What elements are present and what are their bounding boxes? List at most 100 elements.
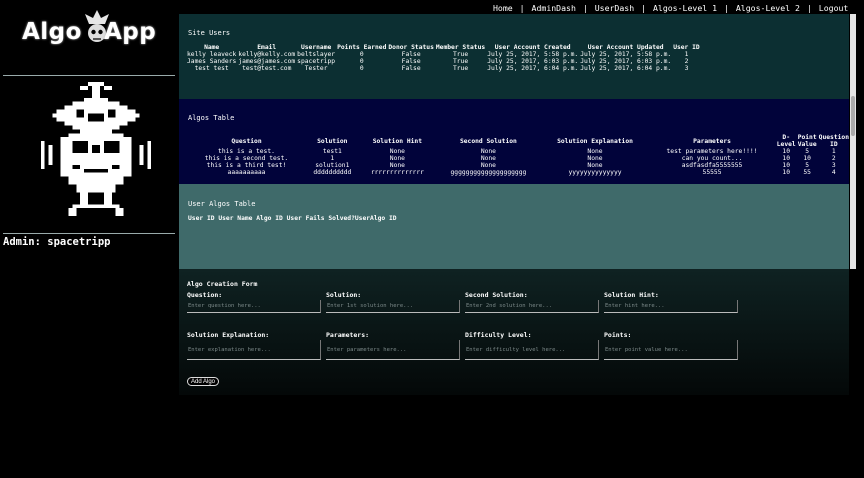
table-cell: None bbox=[587, 155, 603, 162]
app-logo[interactable]: Algo App bbox=[22, 10, 158, 50]
top-nav: Home | AdminDash | UserDash | Algos-Leve… bbox=[493, 2, 848, 14]
table-cell: None bbox=[587, 162, 603, 169]
table-row: James Sanders james@james.com spacetripp… bbox=[186, 58, 701, 65]
scrollbar-thumb[interactable] bbox=[851, 96, 855, 136]
table-cell: July 25, 2017, 5:58 p.m. bbox=[580, 51, 672, 58]
table-cell: rrrrrrrrrrrrrr bbox=[370, 169, 424, 176]
column-header: Algo ID bbox=[256, 215, 283, 222]
column-header: Point Value bbox=[797, 134, 817, 148]
table-cell: gggggggggggggggggggg bbox=[450, 169, 527, 176]
solution-explanation-field: Solution Explanation: bbox=[187, 331, 323, 360]
table-cell: yyyyyyyyyyyyyy bbox=[568, 169, 622, 176]
user-algos-header-row: User ID User Name Algo ID User Fails Sol… bbox=[188, 215, 397, 222]
column-header: Second Solution bbox=[459, 137, 517, 145]
field-label: Second Solution: bbox=[465, 291, 528, 299]
table-cell: 55 bbox=[803, 169, 811, 176]
table-cell: None bbox=[480, 162, 496, 169]
table-cell: test1 bbox=[322, 148, 342, 155]
table-cell: James Sanders bbox=[187, 58, 237, 65]
table-cell: james@james.com bbox=[238, 58, 296, 65]
table-cell: True bbox=[452, 65, 469, 72]
table-cell: kelly@kelly.com bbox=[238, 51, 296, 58]
column-header: User Account Created bbox=[494, 44, 571, 51]
column-header: User Fails bbox=[286, 215, 325, 222]
algos-table-panel[interactable]: Algos Table Question Solution Solution H… bbox=[179, 99, 849, 184]
parameters-input[interactable] bbox=[326, 340, 460, 360]
field-label: Question: bbox=[187, 291, 223, 299]
difficulty-level-input[interactable] bbox=[465, 340, 599, 360]
table-cell: 10 bbox=[782, 148, 790, 155]
field-label: Points: bbox=[604, 331, 632, 339]
scrollbar[interactable] bbox=[850, 14, 856, 269]
parameters-field: Parameters: bbox=[326, 331, 462, 360]
second-solution-field: Second Solution: bbox=[465, 291, 601, 313]
solution-hint-input[interactable] bbox=[604, 300, 738, 313]
table-cell: this is a test. bbox=[218, 148, 275, 155]
main-content: Site Users Name Email Username Points Ea… bbox=[179, 14, 858, 395]
column-header: Solution bbox=[317, 137, 348, 145]
question-input[interactable] bbox=[187, 300, 321, 313]
table-cell: 3 bbox=[684, 65, 689, 72]
column-header: User Account Updated bbox=[587, 44, 664, 51]
column-header: UserAlgo ID bbox=[354, 215, 397, 222]
table-cell: None bbox=[389, 148, 405, 155]
column-header: Member Status bbox=[435, 44, 486, 51]
nav-separator: | bbox=[519, 3, 525, 13]
column-header: User Name bbox=[218, 215, 253, 222]
nav-userdash-link[interactable]: UserDash bbox=[595, 3, 634, 13]
solution-explanation-input[interactable] bbox=[187, 340, 321, 360]
column-header: Solution Explanation bbox=[557, 137, 633, 145]
sidebar-divider bbox=[3, 233, 175, 234]
question-field: Question: bbox=[187, 291, 323, 313]
table-cell: 10 bbox=[782, 162, 790, 169]
solution-input[interactable] bbox=[326, 300, 460, 313]
table-cell: this is a third test! bbox=[206, 162, 287, 169]
table-row: test test test@test.com Tester 0 False T… bbox=[186, 65, 701, 72]
table-cell: None bbox=[480, 148, 496, 155]
table-cell: asdfasdfa5555555 bbox=[681, 162, 743, 169]
points-input[interactable] bbox=[604, 340, 738, 360]
table-cell: July 25, 2017, 6:04 p.m. bbox=[487, 65, 579, 72]
table-cell: 3 bbox=[831, 162, 836, 169]
user-algos-panel[interactable]: User Algos Table User ID User Name Algo … bbox=[179, 184, 849, 269]
site-users-table: Name Email Username Points Earned Donor … bbox=[186, 44, 701, 72]
difficulty-level-field: Difficulty Level: bbox=[465, 331, 601, 360]
table-cell: True bbox=[452, 58, 469, 65]
column-header: User ID bbox=[188, 215, 215, 222]
add-algo-button[interactable]: Add Algo bbox=[187, 377, 220, 386]
nav-separator: | bbox=[806, 3, 812, 13]
table-cell: July 25, 2017, 6:04 p.m. bbox=[580, 65, 672, 72]
column-header: Username bbox=[300, 44, 332, 51]
site-users-panel[interactable]: Site Users Name Email Username Points Ea… bbox=[179, 14, 849, 99]
field-label: Parameters: bbox=[326, 331, 370, 339]
table-cell: None bbox=[389, 155, 405, 162]
column-header: Question ID bbox=[818, 134, 849, 148]
table-row: this is a third test! solution1 None Non… bbox=[188, 162, 849, 169]
nav-algos-level1-link[interactable]: Algos-Level 1 bbox=[653, 3, 717, 13]
sidebar-divider bbox=[3, 75, 175, 76]
table-cell: this is a second test. bbox=[204, 155, 289, 162]
field-label: Difficulty Level: bbox=[465, 331, 532, 339]
solution-hint-field: Solution Hint: bbox=[604, 291, 740, 313]
table-row: aaaaaaaaaa dddddddddd rrrrrrrrrrrrrr ggg… bbox=[188, 169, 849, 176]
points-field: Points: bbox=[604, 331, 740, 360]
nav-algos-level2-link[interactable]: Algos-Level 2 bbox=[736, 3, 800, 13]
nav-home-link[interactable]: Home bbox=[493, 3, 513, 13]
field-label: Solution: bbox=[326, 291, 362, 299]
column-header: Name bbox=[204, 44, 220, 51]
table-cell: 55555 bbox=[702, 169, 722, 176]
nav-logout-link[interactable]: Logout bbox=[819, 3, 849, 13]
table-cell: 1 bbox=[831, 148, 836, 155]
table-cell: solution1 bbox=[315, 162, 350, 169]
nav-admindash-link[interactable]: AdminDash bbox=[532, 3, 576, 13]
table-cell: True bbox=[452, 51, 469, 58]
column-header: Points Earned bbox=[337, 44, 387, 51]
table-cell: 2 bbox=[831, 155, 836, 162]
table-cell: July 25, 2017, 6:03 p.m. bbox=[487, 58, 579, 65]
table-cell: July 25, 2017, 6:03 p.m. bbox=[580, 58, 672, 65]
second-solution-input[interactable] bbox=[465, 300, 599, 313]
table-cell: False bbox=[401, 58, 421, 65]
algos-table-title: Algos Table bbox=[188, 114, 235, 122]
table-cell: Tester bbox=[304, 65, 328, 72]
table-cell: 4 bbox=[831, 169, 836, 176]
